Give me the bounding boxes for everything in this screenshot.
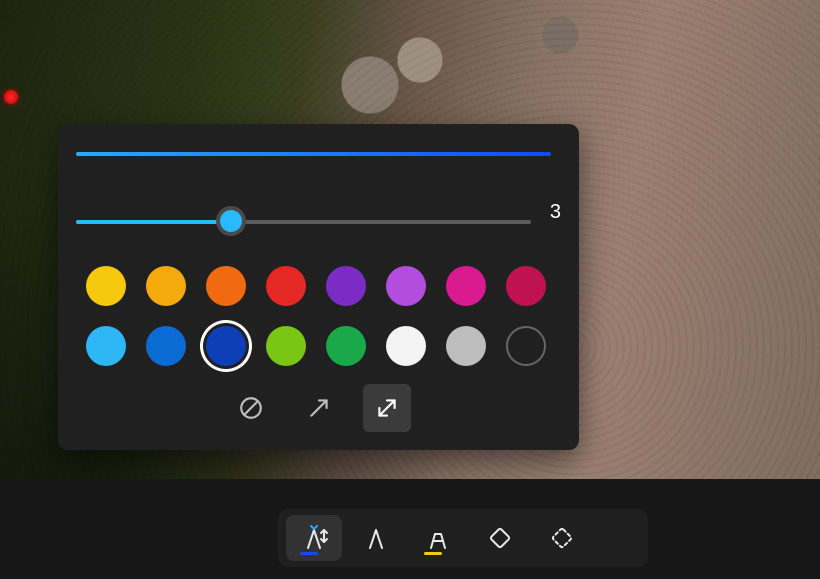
bottom-bar bbox=[0, 479, 820, 579]
thickness-slider[interactable] bbox=[76, 204, 531, 240]
tip-single-arrow[interactable] bbox=[295, 384, 343, 432]
pen-plain-tool[interactable] bbox=[348, 515, 404, 561]
pen-tool[interactable] bbox=[286, 515, 342, 561]
crop-tool[interactable] bbox=[534, 515, 590, 561]
pen-settings-popup: 3 bbox=[58, 124, 579, 450]
red-berry bbox=[4, 90, 18, 104]
color-swatch[interactable] bbox=[206, 266, 246, 306]
color-swatch[interactable] bbox=[146, 266, 186, 306]
tool-accent bbox=[424, 552, 442, 555]
thickness-value: 3 bbox=[550, 201, 561, 224]
color-swatch[interactable] bbox=[86, 326, 126, 366]
stroke-preview bbox=[76, 152, 551, 156]
color-swatch[interactable] bbox=[506, 326, 546, 366]
color-swatch[interactable] bbox=[446, 266, 486, 306]
color-swatch[interactable] bbox=[386, 326, 426, 366]
color-swatch[interactable] bbox=[86, 266, 126, 306]
eraser-tool[interactable] bbox=[472, 515, 528, 561]
color-swatch[interactable] bbox=[506, 266, 546, 306]
color-swatch[interactable] bbox=[206, 326, 246, 366]
slider-fill bbox=[76, 220, 231, 224]
arrow-tip-options bbox=[58, 384, 579, 432]
color-swatch[interactable] bbox=[146, 326, 186, 366]
tip-double-arrow[interactable] bbox=[363, 384, 411, 432]
color-swatch[interactable] bbox=[266, 326, 306, 366]
color-swatch[interactable] bbox=[446, 326, 486, 366]
color-swatches bbox=[76, 256, 556, 376]
color-swatch[interactable] bbox=[326, 326, 366, 366]
slider-thumb[interactable] bbox=[220, 210, 242, 232]
color-swatch[interactable] bbox=[326, 266, 366, 306]
tool-accent bbox=[300, 552, 318, 555]
highlighter-tool[interactable] bbox=[410, 515, 466, 561]
tip-none[interactable] bbox=[227, 384, 275, 432]
color-swatch[interactable] bbox=[386, 266, 426, 306]
color-swatch[interactable] bbox=[266, 266, 306, 306]
annotation-toolbar bbox=[278, 509, 648, 567]
